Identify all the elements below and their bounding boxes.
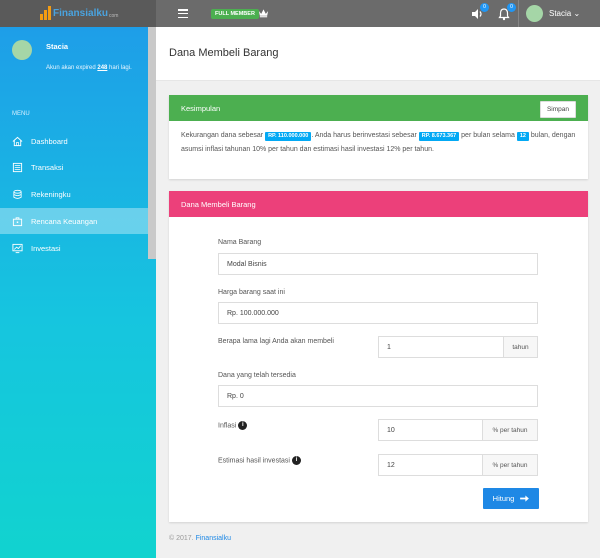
- sidebar-avatar: [12, 40, 32, 60]
- calculate-button-label: Hitung: [492, 494, 515, 503]
- sidebar: Stacia Akun akan expired 248 hari lagi. …: [0, 27, 156, 558]
- bell-notification-button[interactable]: 0: [497, 3, 516, 21]
- menu-heading: MENU: [12, 111, 30, 117]
- inflation-label: Inflasi i: [218, 421, 248, 430]
- top-navbar: Finansialku com FULL MEMBER 0 0 Stacia ⌄: [0, 0, 600, 27]
- sound-count-badge: 0: [480, 3, 489, 12]
- sidebar-item-label: Rekeningku: [31, 189, 71, 199]
- member-badge: FULL MEMBER: [211, 9, 259, 19]
- sidebar-item-rencana-keuangan[interactable]: Rencana Keuangan: [0, 208, 148, 234]
- navbar-divider: [518, 0, 519, 27]
- item-name-input[interactable]: Modal Bisnis: [218, 253, 538, 275]
- logo-area: Finansialku com: [0, 0, 156, 27]
- investment-return-label: Estimasi hasil investasi i: [218, 456, 301, 465]
- sidebar-item-label: Transaksi: [31, 162, 64, 172]
- years-input[interactable]: 1: [378, 336, 504, 358]
- sidebar-username: Stacia: [46, 42, 69, 51]
- page-title: Dana Membeli Barang: [169, 47, 279, 59]
- calculate-button[interactable]: Hitung: [483, 488, 539, 509]
- summary-card-title: Kesimpulan: [181, 103, 221, 113]
- inflation-unit-addon: % per tahun: [482, 419, 538, 441]
- logo-text: Finansialku: [53, 7, 109, 19]
- arrow-right-icon: [520, 495, 530, 502]
- navbar-username: Stacia: [549, 9, 572, 18]
- sidebar-item-transaksi[interactable]: Transaksi: [0, 154, 148, 180]
- user-menu-toggle[interactable]: Stacia ⌄: [549, 9, 580, 18]
- info-icon[interactable]: i: [238, 421, 248, 430]
- briefcase-icon: [12, 216, 23, 226]
- crown-icon: [258, 9, 269, 18]
- sidebar-item-investasi[interactable]: Investasi: [0, 235, 148, 261]
- sidebar-item-label: Dashboard: [31, 136, 68, 146]
- brand-logo[interactable]: Finansialku com: [40, 6, 118, 20]
- sidebar-item-label: Rencana Keuangan: [31, 216, 98, 226]
- inflation-input[interactable]: 10: [378, 419, 483, 441]
- home-icon: [12, 136, 23, 146]
- sound-notification-button[interactable]: 0: [470, 3, 489, 21]
- available-funds-input[interactable]: Rp. 0: [218, 385, 538, 407]
- form-card-header: Dana Membeli Barang: [169, 191, 588, 217]
- page-header: Dana Membeli Barang: [156, 27, 600, 81]
- months-chip: 12: [516, 132, 529, 141]
- bell-count-badge: 0: [507, 3, 516, 12]
- years-unit-addon: tahun: [503, 336, 538, 358]
- price-label: Harga barang saat ini: [218, 289, 285, 296]
- form-card-title: Dana Membeli Barang: [181, 199, 256, 209]
- list-icon: [12, 162, 23, 172]
- sidebar-item-rekeningku[interactable]: Rekeningku: [0, 181, 148, 207]
- account-expiry-text: Akun akan expired 248 hari lagi.: [46, 65, 132, 71]
- expiry-days: 248: [97, 65, 108, 71]
- summary-text: Kekurangan dana sebesar RP. 110.000.000.…: [181, 132, 576, 153]
- sidebar-item-label: Investasi: [31, 243, 61, 253]
- logo-sub: com: [109, 12, 119, 19]
- investment-return-unit-addon: % per tahun: [482, 454, 538, 476]
- investment-return-input[interactable]: 12: [378, 454, 483, 476]
- item-name-label: Nama Barang: [218, 239, 262, 246]
- save-button[interactable]: Simpan: [539, 101, 576, 118]
- coins-icon: [13, 189, 22, 199]
- price-input[interactable]: Rp. 100.000.000: [218, 302, 538, 324]
- menu-toggle-icon[interactable]: [178, 9, 188, 18]
- sidebar-scrollbar[interactable]: [148, 27, 156, 259]
- available-funds-label: Dana yang telah tersedia: [218, 372, 296, 379]
- footer-brand-link[interactable]: Finansialku: [196, 535, 231, 542]
- summary-card-header: Kesimpulan Simpan: [169, 95, 588, 121]
- summary-card: Kesimpulan Simpan Kekurangan dana sebesa…: [169, 95, 588, 179]
- chevron-down-icon: ⌄: [573, 9, 581, 18]
- shortfall-chip: RP. 110.000.000: [265, 132, 312, 141]
- sidebar-item-dashboard[interactable]: Dashboard: [0, 128, 148, 154]
- footer: © 2017. Finansialku: [169, 535, 231, 542]
- years-label: Berapa lama lagi Anda akan membeli: [218, 338, 334, 345]
- logo-bars-icon: [40, 6, 51, 20]
- monitor-chart-icon: [12, 243, 23, 253]
- footer-copyright: © 2017.: [169, 535, 196, 542]
- navbar-avatar[interactable]: [526, 5, 543, 22]
- monthly-investment-chip: RP. 8.673.367: [418, 132, 460, 141]
- info-icon[interactable]: i: [291, 456, 301, 465]
